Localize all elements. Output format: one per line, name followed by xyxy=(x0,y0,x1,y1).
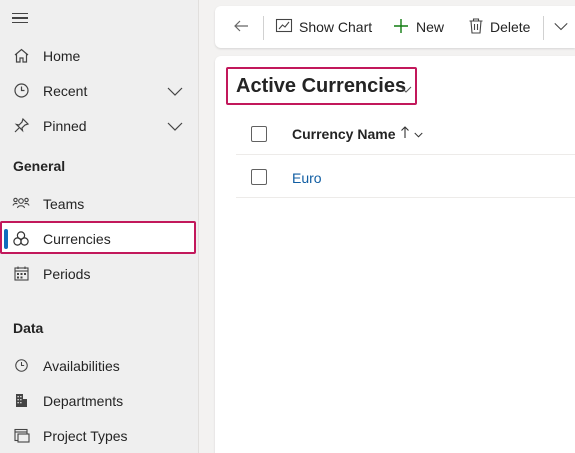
chevron-down-icon xyxy=(413,126,423,142)
sidebar-item-label: Periods xyxy=(43,265,91,282)
show-chart-label: Show Chart xyxy=(299,19,373,35)
sidebar-item-availabilities[interactable]: Availabilities xyxy=(0,348,199,383)
sidebar-item-label: Currencies xyxy=(43,230,111,247)
chevron-down-icon[interactable] xyxy=(166,117,184,135)
building-icon xyxy=(12,392,30,410)
chart-icon xyxy=(275,17,293,38)
new-label: New xyxy=(416,19,445,35)
sidebar-item-label: Home xyxy=(43,47,81,64)
chevron-down-icon xyxy=(400,82,412,98)
sidebar-item-label: Availabilities xyxy=(43,357,120,374)
chevron-down-icon[interactable] xyxy=(166,82,184,100)
new-button[interactable]: New xyxy=(392,6,444,48)
view-title: Active Currencies xyxy=(236,74,407,97)
row-divider xyxy=(236,197,575,198)
clock-icon xyxy=(12,82,30,100)
people-icon xyxy=(12,195,30,213)
column-header-label: Currency Name xyxy=(292,125,396,142)
calendar-icon xyxy=(12,265,30,283)
select-all-checkbox[interactable] xyxy=(251,126,267,142)
sidebar-item-departments[interactable]: Departments xyxy=(0,383,199,418)
sidebar-item-currencies[interactable]: Currencies xyxy=(0,221,199,256)
section-title-general: General xyxy=(13,158,66,174)
clock-icon xyxy=(12,357,30,375)
grid-panel xyxy=(215,56,575,453)
plus-icon xyxy=(392,17,410,38)
sidebar-item-label: Departments xyxy=(43,392,124,409)
column-header-currency-name[interactable]: Currency Name xyxy=(292,125,423,142)
back-arrow-icon xyxy=(232,17,250,38)
section-title-data: Data xyxy=(13,320,44,336)
delete-button[interactable]: Delete xyxy=(468,6,530,48)
view-selector[interactable]: Active Currencies xyxy=(226,67,417,105)
sidebar-item-project-types[interactable]: Project Types xyxy=(0,418,199,453)
sidebar-nav: Home Recent Pinned General Teams Currenc… xyxy=(0,0,199,453)
trash-icon xyxy=(468,17,484,38)
chevron-down-icon xyxy=(553,18,569,37)
window-icon xyxy=(12,427,30,445)
pin-icon xyxy=(12,117,30,135)
sidebar-item-home[interactable]: Home xyxy=(0,38,199,73)
toolbar-divider xyxy=(263,16,264,40)
header-divider xyxy=(236,154,575,155)
more-commands-button[interactable] xyxy=(553,6,569,48)
toolbar-divider xyxy=(543,16,544,40)
sidebar-item-periods[interactable]: Periods xyxy=(0,256,199,291)
sidebar-item-recent[interactable]: Recent xyxy=(0,73,199,108)
currency-icon xyxy=(12,230,30,248)
sidebar-item-label: Pinned xyxy=(43,117,87,134)
show-chart-button[interactable]: Show Chart xyxy=(275,6,372,48)
hamburger-icon[interactable] xyxy=(12,10,30,26)
home-icon xyxy=(12,47,30,65)
sort-ascending-icon xyxy=(400,125,410,142)
back-button[interactable] xyxy=(232,6,250,48)
sidebar-item-label: Project Types xyxy=(43,427,128,444)
sidebar-item-teams[interactable]: Teams xyxy=(0,186,199,221)
command-bar: Show Chart New Delete xyxy=(215,6,575,48)
sidebar-item-label: Recent xyxy=(43,82,88,99)
row-checkbox[interactable] xyxy=(251,169,267,185)
delete-label: Delete xyxy=(490,19,531,35)
sidebar-item-label: Teams xyxy=(43,195,85,212)
table-row-link[interactable]: Euro xyxy=(292,170,322,186)
sidebar-item-pinned[interactable]: Pinned xyxy=(0,108,199,143)
